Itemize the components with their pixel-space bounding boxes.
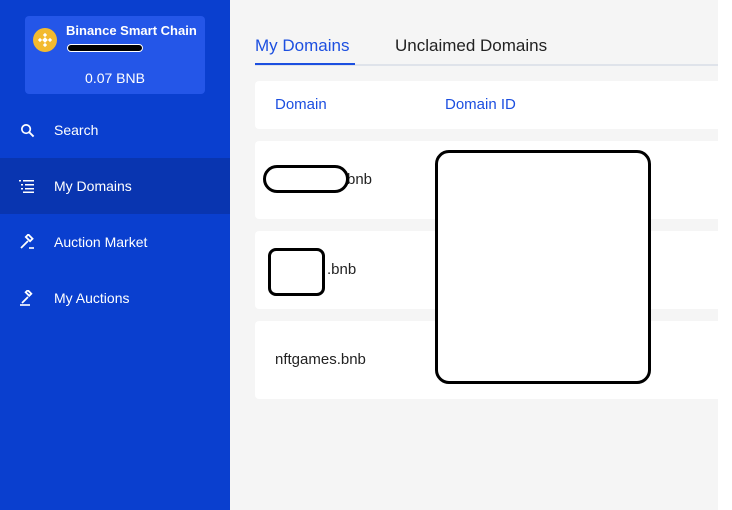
domain-tabs: My Domains Unclaimed Domains [255, 34, 718, 66]
wallet-card[interactable]: Binance Smart Chain 0.07 BNB [25, 16, 205, 94]
gavel-icon [19, 290, 35, 306]
list-icon [19, 178, 35, 194]
binance-coin-icon [33, 28, 57, 52]
chain-name: Binance Smart Chain [66, 23, 197, 38]
wallet-balance: 0.07 BNB [85, 70, 145, 86]
sidebar: Binance Smart Chain 0.07 BNB Search My D… [0, 0, 230, 510]
domain-name[interactable]: nftgames.bnb [275, 351, 366, 368]
domain-id-redaction [435, 150, 651, 384]
tab-unclaimed-domains[interactable]: Unclaimed Domains [395, 36, 547, 56]
sidebar-item-my-domains[interactable]: My Domains [0, 158, 230, 214]
domain-redaction [263, 165, 349, 193]
main-content: My Domains Unclaimed Domains Domain Doma… [230, 0, 718, 510]
wallet-address-redaction [67, 44, 143, 52]
sidebar-item-auction-market[interactable]: Auction Market [0, 214, 230, 270]
sidebar-item-label: My Domains [54, 178, 132, 194]
table-header: Domain Domain ID [255, 81, 718, 129]
sidebar-item-label: Auction Market [54, 234, 148, 250]
domain-redaction [268, 248, 325, 296]
domain-name[interactable]: .bnb [327, 261, 356, 278]
tab-my-domains[interactable]: My Domains [255, 36, 349, 56]
domain-name[interactable]: bnb [347, 171, 372, 188]
sidebar-item-label: Search [54, 122, 99, 138]
sidebar-item-search[interactable]: Search [0, 102, 230, 158]
column-header-domain-id: Domain ID [445, 96, 516, 113]
search-icon [19, 122, 35, 138]
sidebar-item-label: My Auctions [54, 290, 130, 306]
hammer-icon [19, 234, 35, 250]
right-edge-strip [718, 0, 732, 510]
active-tab-indicator [255, 63, 355, 65]
sidebar-item-my-auctions[interactable]: My Auctions [0, 270, 230, 326]
column-header-domain: Domain [275, 96, 327, 113]
